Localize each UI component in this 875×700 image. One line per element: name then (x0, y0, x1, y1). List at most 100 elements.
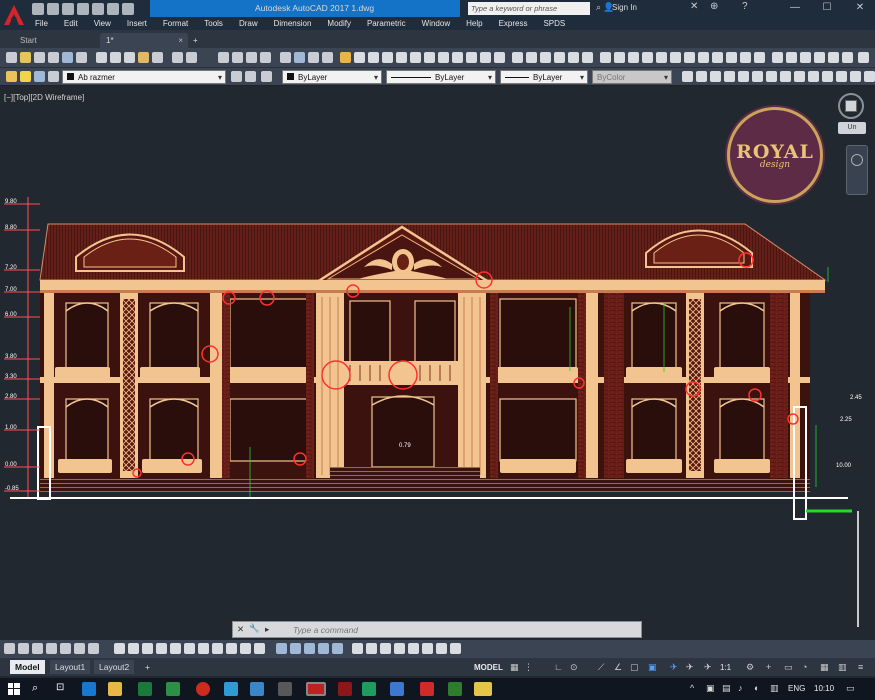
new-icon[interactable] (6, 52, 17, 63)
modify-array-icon[interactable] (170, 643, 181, 654)
ortho-icon[interactable] (450, 643, 461, 654)
tray-up-icon[interactable]: ^ (690, 683, 694, 693)
tab-start[interactable]: Start (14, 33, 96, 48)
insert-block-icon[interactable] (712, 52, 723, 63)
viewcube[interactable] (838, 93, 864, 119)
modify-move-icon[interactable] (184, 643, 195, 654)
wcs-menu[interactable]: Un (838, 122, 866, 134)
clock[interactable]: 10:10 (814, 684, 834, 693)
preview-icon[interactable] (62, 52, 73, 63)
quick-properties-icon[interactable]: ◔ (802, 662, 807, 672)
match-properties-icon[interactable] (138, 52, 149, 63)
customization-icon[interactable]: ≡ (858, 662, 863, 672)
new-layout-button[interactable]: + (140, 660, 155, 674)
modify-offset-icon[interactable] (156, 643, 167, 654)
menu-insert[interactable]: Insert (119, 19, 155, 28)
rectangle-icon[interactable] (600, 52, 611, 63)
plot-icon[interactable] (92, 2, 104, 15)
zoom-realtime-icon[interactable] (232, 52, 243, 63)
ortho-mode-icon[interactable]: ∟ (554, 662, 563, 672)
app3-icon[interactable] (362, 682, 376, 696)
tool-palettes-icon[interactable] (308, 52, 319, 63)
mirror-icon[interactable] (438, 52, 449, 63)
grid-icon[interactable] (436, 643, 447, 654)
autocad-logo[interactable] (0, 0, 27, 30)
paste-icon[interactable] (124, 52, 135, 63)
view-icon[interactable] (352, 643, 363, 654)
rotate-icon[interactable] (424, 52, 435, 63)
polyline-icon[interactable] (354, 52, 365, 63)
dim-baseline-icon[interactable] (808, 71, 819, 82)
plotstyle-dropdown[interactable]: ByColor (592, 70, 672, 85)
erase-icon[interactable] (772, 52, 783, 63)
lock-icon[interactable] (48, 71, 59, 82)
annotation-scale-value[interactable]: 1:1 (720, 663, 731, 672)
sign-in-button[interactable]: Sign In (612, 3, 637, 12)
zoom-previous-icon[interactable] (260, 52, 271, 63)
command-input[interactable]: Type a command (293, 625, 358, 635)
windows-start-icon[interactable] (8, 683, 20, 695)
modify-mirror-icon[interactable] (142, 643, 153, 654)
dim-ordinate-icon[interactable] (724, 71, 735, 82)
design-center-icon[interactable] (294, 52, 305, 63)
explode-icon[interactable] (582, 52, 593, 63)
viewcube-face[interactable] (845, 100, 857, 112)
isolate-objects-icon[interactable]: ▦ (820, 662, 829, 673)
isodraft-icon[interactable]: ⟋ (598, 662, 604, 673)
block-icon[interactable] (290, 643, 301, 654)
object-snap-tracking-icon[interactable]: ∠ (614, 662, 622, 673)
quick-dim-icon[interactable] (794, 71, 805, 82)
menu-draw[interactable]: Draw (231, 19, 266, 28)
menu-parametric[interactable]: Parametric (359, 19, 414, 28)
table-icon[interactable] (684, 52, 695, 63)
draw-xline-icon[interactable] (18, 643, 29, 654)
file-explorer-icon[interactable] (108, 682, 122, 696)
image-icon[interactable] (318, 643, 329, 654)
tab-layout1[interactable]: Layout1 (50, 660, 91, 674)
drawing-canvas[interactable]: [−][Top][2D Wireframe] 9.80 8.80 7.20 7.… (0, 87, 875, 640)
lineweight-dropdown[interactable]: ByLayer (500, 70, 588, 85)
stretch-icon[interactable] (786, 52, 797, 63)
dim-radius-icon[interactable] (738, 71, 749, 82)
snap-icon[interactable] (408, 643, 419, 654)
save-icon[interactable] (34, 52, 45, 63)
dim-continue-icon[interactable] (822, 71, 833, 82)
make-current-icon[interactable] (231, 71, 242, 82)
redo-icon[interactable] (186, 52, 197, 63)
draw-rect-icon[interactable] (60, 643, 71, 654)
auto-scale-icon[interactable]: ✈ (686, 662, 694, 673)
draw-pline-icon[interactable] (32, 643, 43, 654)
xref-icon[interactable] (304, 643, 315, 654)
gradient-icon[interactable] (740, 52, 751, 63)
orbit-icon[interactable] (366, 643, 377, 654)
mtext-icon[interactable] (698, 52, 709, 63)
customize-icon[interactable]: 🔧 (249, 623, 260, 634)
layer-properties-icon[interactable] (6, 71, 17, 82)
copy-object-icon[interactable] (410, 52, 421, 63)
dim-aligned-icon[interactable] (696, 71, 707, 82)
break-icon[interactable] (814, 52, 825, 63)
fillet-icon[interactable] (554, 52, 565, 63)
edit-polyline-icon[interactable] (858, 52, 869, 63)
app6-icon[interactable] (474, 682, 492, 696)
center-mark-icon[interactable] (850, 71, 861, 82)
notifications-icon[interactable]: ▭ (846, 683, 855, 694)
telegram-icon[interactable] (224, 682, 238, 696)
steering-wheel-icon[interactable] (851, 154, 863, 166)
autocad-taskbar-icon[interactable] (306, 682, 326, 696)
close-button[interactable]: ✕ (845, 1, 875, 15)
modify-stretch-icon[interactable] (226, 643, 237, 654)
line-icon[interactable] (340, 52, 351, 63)
sun-icon[interactable] (34, 71, 45, 82)
a360-icon[interactable]: ⊕ (710, 1, 718, 12)
bulb-icon[interactable] (20, 71, 31, 82)
graphics-performance-icon[interactable]: ▥ (838, 662, 847, 673)
point-icon[interactable] (656, 52, 667, 63)
modify-erase-icon[interactable] (114, 643, 125, 654)
binoculars-icon[interactable]: ⌕ (596, 2, 601, 13)
draw-arc-icon[interactable] (74, 643, 85, 654)
pan-icon[interactable] (218, 52, 229, 63)
cut-icon[interactable] (96, 52, 107, 63)
region-icon[interactable] (670, 52, 681, 63)
linetype-dropdown[interactable]: ByLayer (386, 70, 496, 85)
